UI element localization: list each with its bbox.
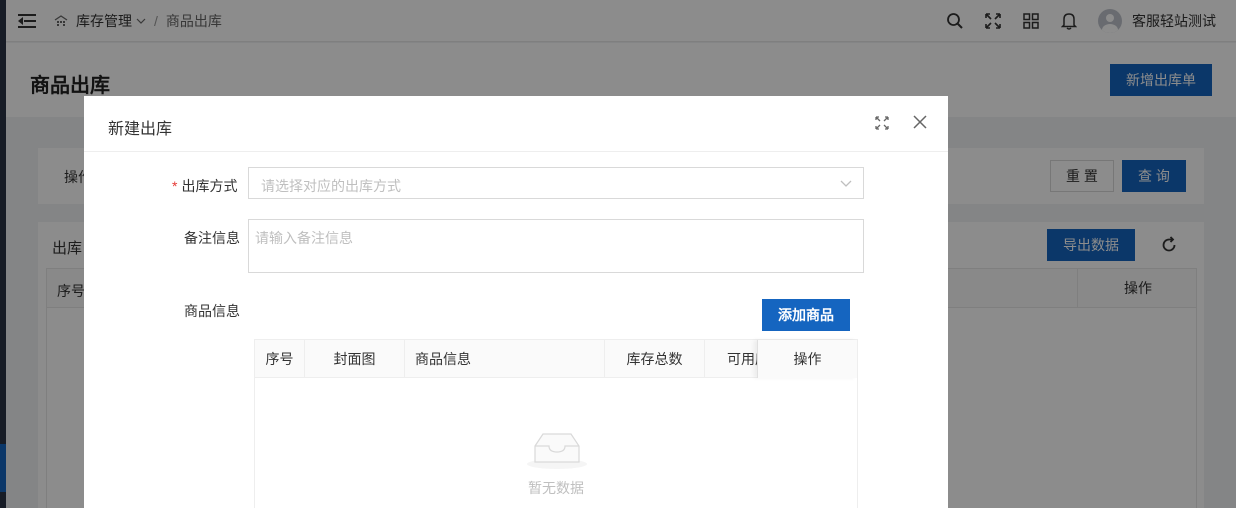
- required-mark: *: [172, 178, 178, 194]
- modal-header: 新建出库: [84, 96, 948, 152]
- modal-title: 新建出库: [108, 121, 173, 138]
- remark-placeholder: 请输入备注信息: [255, 230, 353, 246]
- add-goods-button[interactable]: 添加商品: [762, 299, 850, 331]
- new-outbound-modal: 新建出库 * 出库方式 请选择对应的出库方式 备注信息 请输入备注信息 商品信息 …: [84, 96, 948, 508]
- goods-col-available: 可用库: [727, 351, 757, 367]
- empty-inbox-icon: [527, 433, 587, 469]
- outbound-method-placeholder: 请选择对应的出库方式: [261, 178, 401, 194]
- maximize-icon[interactable]: [875, 116, 889, 130]
- goods-info-label: 商品信息: [184, 303, 240, 319]
- goods-table: 序号 封面图 商品信息 库存总数 可用库 操作 暂无数据: [254, 339, 858, 508]
- goods-col-actions: 操作: [757, 340, 857, 378]
- empty-text: 暂无数据: [528, 480, 584, 496]
- remark-label: 备注信息: [184, 230, 240, 246]
- goods-col-info: 商品信息: [405, 340, 605, 378]
- goods-table-header: 序号 封面图 商品信息 库存总数 可用库 操作: [255, 340, 857, 378]
- outbound-method-select[interactable]: 请选择对应的出库方式: [248, 167, 864, 199]
- goods-col-cover: 封面图: [305, 340, 405, 378]
- goods-col-stock-total: 库存总数: [605, 340, 705, 378]
- outbound-method-label: * 出库方式: [172, 178, 238, 194]
- close-icon[interactable]: [913, 115, 927, 129]
- chevron-down-icon: [840, 180, 852, 187]
- remark-textarea[interactable]: 请输入备注信息: [248, 219, 864, 273]
- goods-col-index: 序号: [255, 340, 305, 378]
